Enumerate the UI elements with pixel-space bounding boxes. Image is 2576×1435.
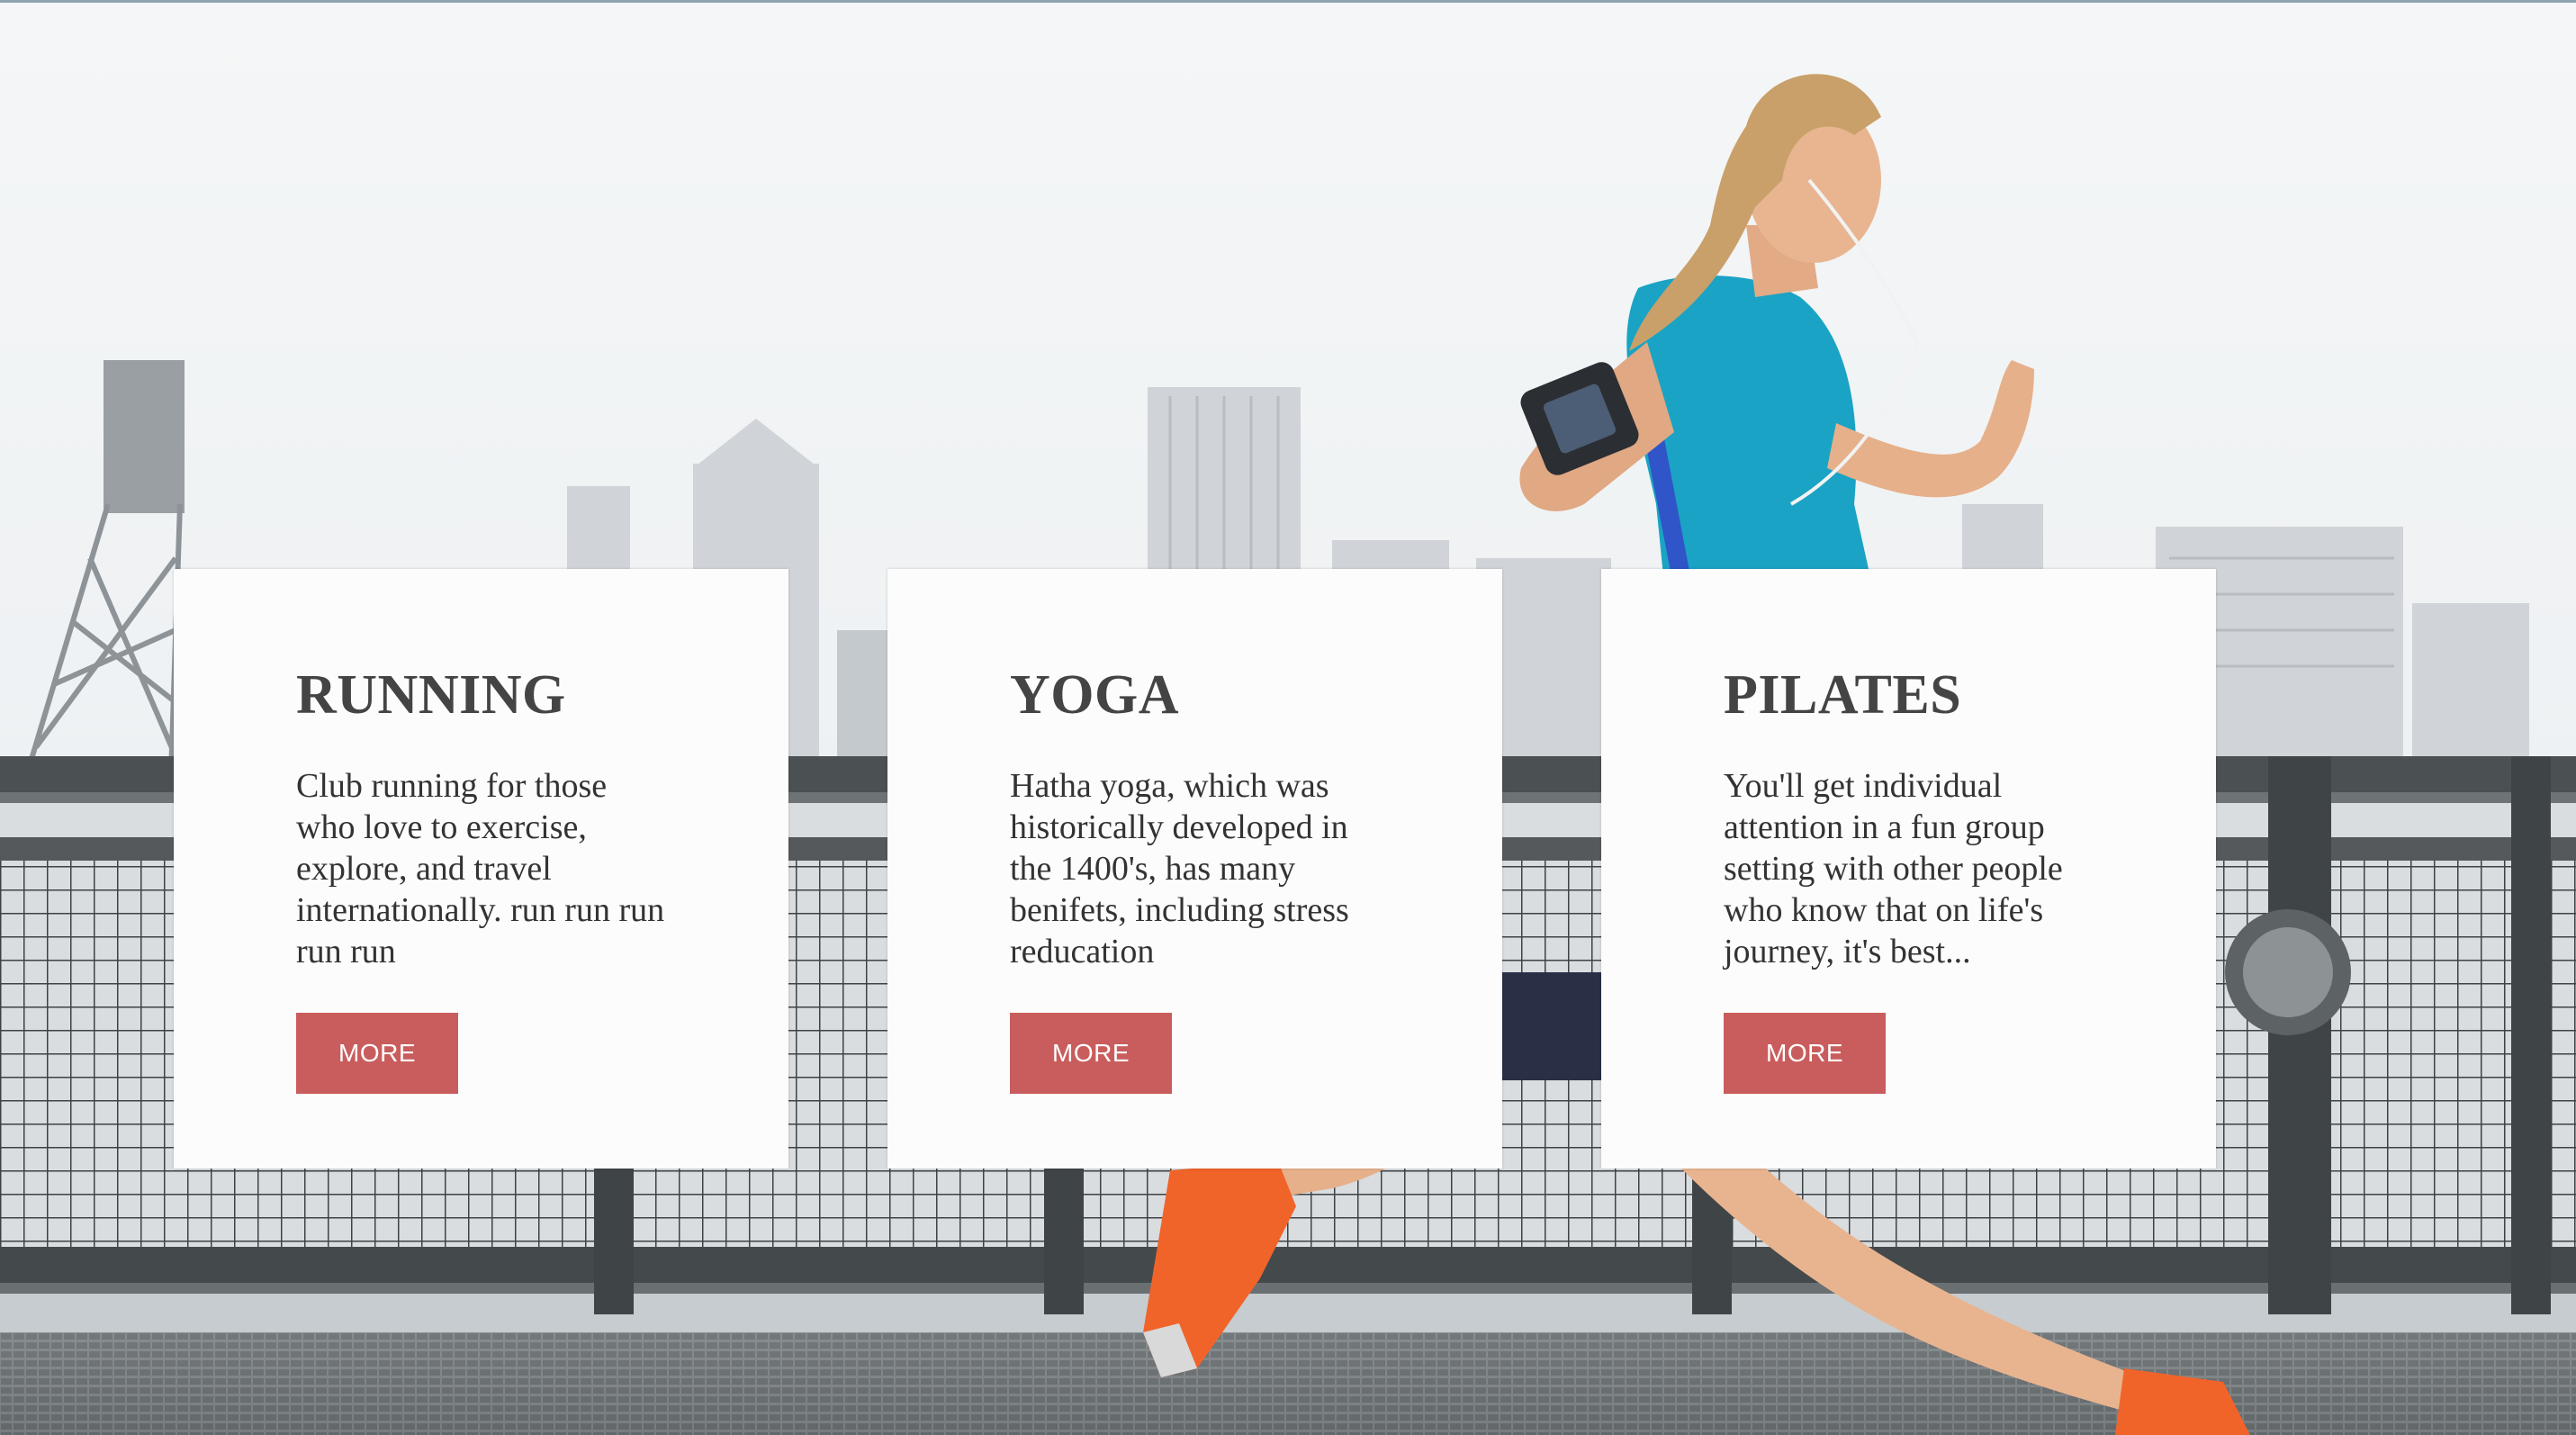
card-description: You'll get individual attention in a fun… bbox=[1724, 767, 2063, 970]
card-title: RUNNING bbox=[296, 664, 566, 726]
card-description: Hatha yoga, which was historically devel… bbox=[1010, 767, 1349, 970]
card-title: YOGA bbox=[1010, 664, 1179, 726]
running-more-button[interactable]: MORE bbox=[296, 1013, 458, 1094]
card-pilates: PILATES You'll get individual attention … bbox=[1601, 569, 2216, 1169]
yoga-more-button[interactable]: MORE bbox=[1010, 1013, 1172, 1094]
card-yoga: YOGA Hatha yoga, which was historically … bbox=[887, 569, 1502, 1169]
card-title: PILATES bbox=[1724, 664, 1962, 726]
card-running: RUNNING Club running for those who love … bbox=[174, 569, 788, 1169]
card-description: Club running for those who love to exerc… bbox=[296, 767, 665, 970]
pilates-more-button[interactable]: MORE bbox=[1724, 1013, 1886, 1094]
